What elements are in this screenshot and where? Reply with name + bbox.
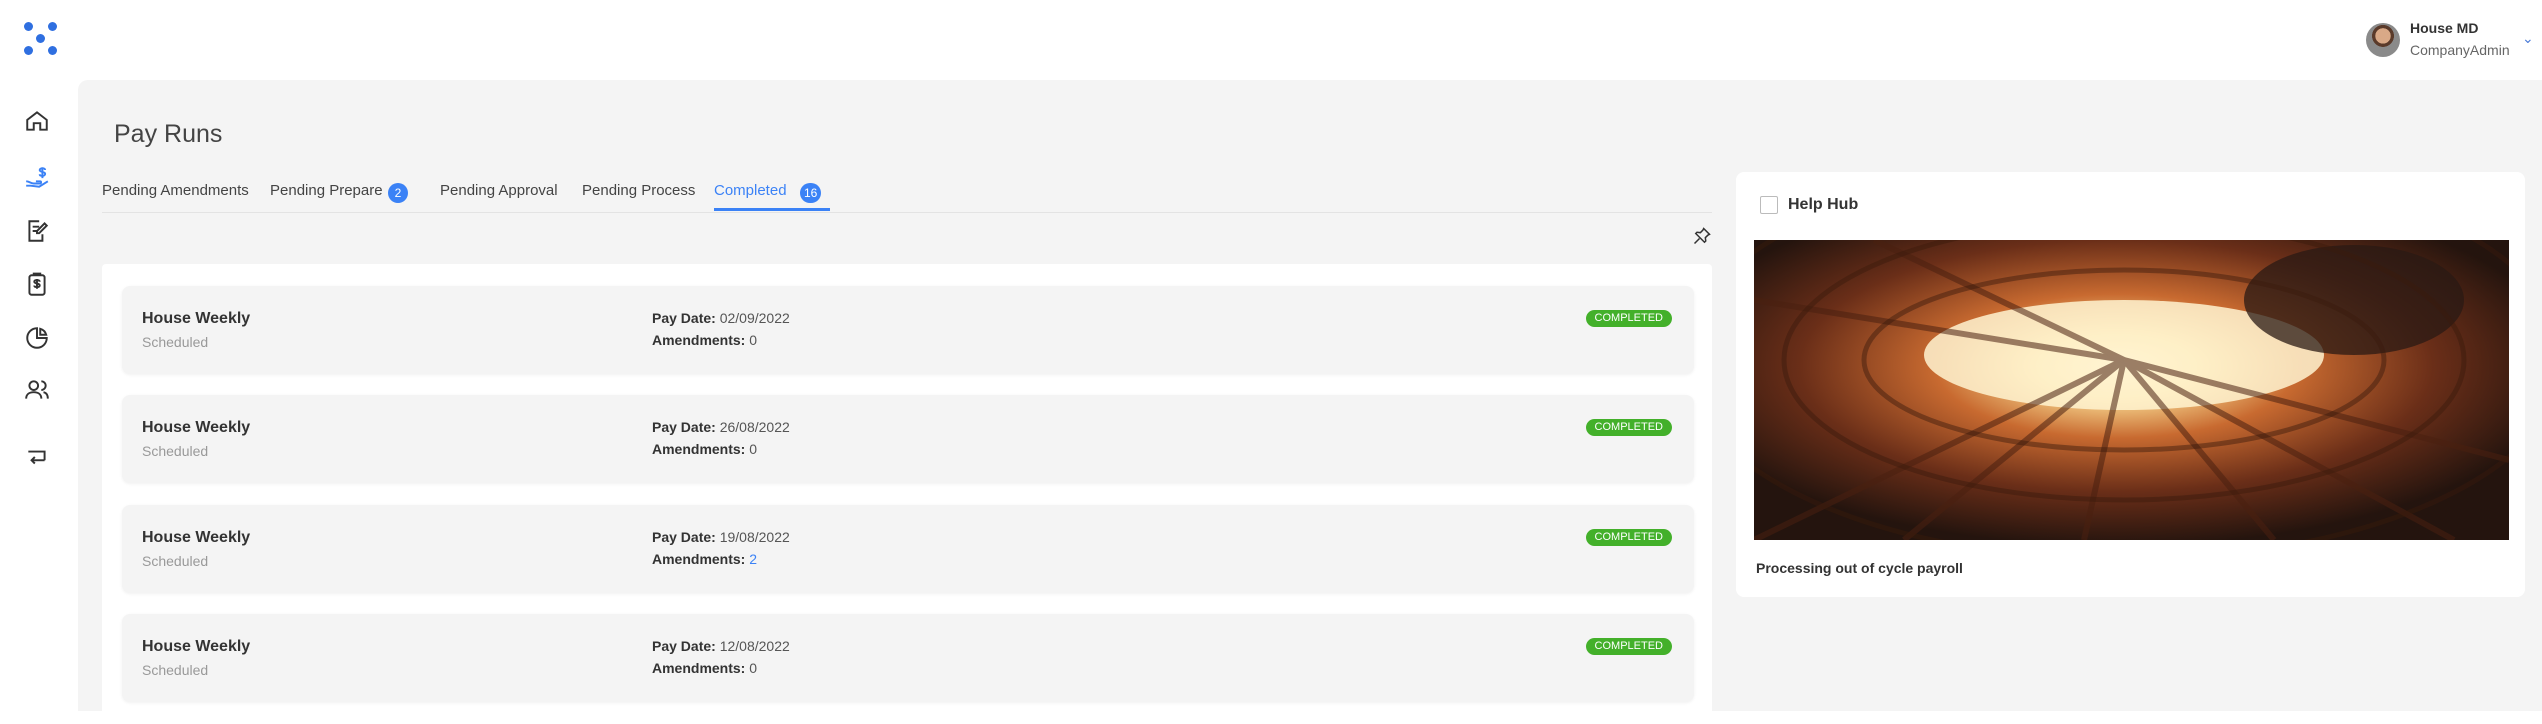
pay-date: Pay Date: 26/08/2022 (652, 419, 790, 435)
help-hub-checkbox[interactable] (1760, 196, 1778, 214)
tab-completed[interactable]: Completed (714, 182, 787, 199)
pay-date-label: Pay Date: (652, 419, 716, 435)
status-badge: COMPLETED (1585, 638, 1672, 655)
amendments-label: Amendments: (652, 441, 746, 457)
help-hub-panel: Help Hub Processing out of cycle payroll (1736, 172, 2525, 597)
amendments-label: Amendments: (652, 332, 746, 348)
amendments-label: Amendments: (652, 660, 746, 676)
active-tab-indicator (714, 208, 830, 211)
top-bar: House MD CompanyAdmin ⌄ (0, 0, 2542, 80)
pin-icon[interactable] (1692, 226, 1712, 246)
status-badge: COMPLETED (1585, 310, 1672, 327)
pay-date-value: 02/09/2022 (719, 310, 790, 326)
amendments: Amendments: 0 (652, 441, 757, 457)
amendments: Amendments: 0 (652, 332, 757, 348)
pay-run-list: House Weekly Scheduled Pay Date: 02/09/2… (102, 264, 1712, 724)
pay-run-card[interactable]: House Weekly Scheduled Pay Date: 12/08/2… (122, 614, 1694, 702)
sidebar (0, 80, 78, 711)
pay-run-schedule: Scheduled (142, 334, 209, 350)
pay-date-label: Pay Date: (652, 638, 716, 654)
user-role: CompanyAdmin (2410, 42, 2510, 58)
tab-pending-amendments[interactable]: Pending Amendments (102, 182, 249, 199)
app-logo-icon[interactable] (24, 22, 60, 58)
amendments: Amendments: 0 (652, 660, 757, 676)
reports-pie-icon[interactable] (22, 323, 52, 353)
pay-run-schedule: Scheduled (142, 662, 209, 678)
pay-run-name: House Weekly (142, 310, 251, 327)
tab-count-badge: 2 (388, 183, 408, 203)
pay-date: Pay Date: 02/09/2022 (652, 310, 790, 326)
pay-date-label: Pay Date: (652, 529, 716, 545)
amendments-value: 0 (749, 332, 758, 348)
avatar[interactable] (2366, 23, 2400, 57)
pay-date-label: Pay Date: (652, 310, 716, 326)
chevron-down-icon[interactable]: ⌄ (2522, 30, 2534, 47)
pay-run-card[interactable]: House Weekly Scheduled Pay Date: 19/08/2… (122, 505, 1694, 593)
pay-run-name: House Weekly (142, 419, 251, 436)
help-hub-title: Help Hub (1788, 196, 1859, 213)
amendments-link[interactable]: 2 (749, 551, 757, 567)
pay-run-schedule: Scheduled (142, 553, 209, 569)
amendments-label: Amendments: (652, 551, 746, 567)
help-hub-caption[interactable]: Processing out of cycle payroll (1756, 560, 1963, 576)
pay-run-name: House Weekly (142, 529, 251, 546)
user-name: House MD (2410, 20, 2479, 36)
pay-run-schedule: Scheduled (142, 443, 209, 459)
payroll-icon[interactable] (22, 162, 52, 192)
pay-date: Pay Date: 19/08/2022 (652, 529, 790, 545)
user-menu[interactable]: House MD CompanyAdmin ⌄ (2362, 20, 2542, 64)
exit-icon[interactable] (22, 442, 52, 472)
amendments-value: 0 (749, 441, 758, 457)
amendments-value: 0 (749, 660, 758, 676)
amendments: Amendments: 2 (652, 551, 757, 567)
help-hub-video-thumbnail[interactable] (1754, 240, 2509, 540)
tab-count-badge: 16 (800, 183, 822, 203)
pay-date-value: 26/08/2022 (719, 419, 790, 435)
edit-document-icon[interactable] (22, 216, 52, 246)
pay-date: Pay Date: 12/08/2022 (652, 638, 790, 654)
pay-run-name: House Weekly (142, 638, 251, 655)
tab-bar: Pending Amendments Pending Prepare 2 Pen… (102, 176, 1712, 213)
pay-run-card[interactable]: House Weekly Scheduled Pay Date: 26/08/2… (122, 395, 1694, 483)
page-title: Pay Runs (114, 120, 223, 148)
invoice-icon[interactable] (22, 270, 52, 300)
tab-pending-approval[interactable]: Pending Approval (440, 182, 558, 199)
status-badge: COMPLETED (1585, 529, 1672, 546)
pay-run-card[interactable]: House Weekly Scheduled Pay Date: 02/09/2… (122, 286, 1694, 374)
pay-date-value: 19/08/2022 (719, 529, 790, 545)
pay-date-value: 12/08/2022 (719, 638, 790, 654)
tab-pending-process[interactable]: Pending Process (582, 182, 695, 199)
home-icon[interactable] (22, 106, 52, 136)
status-badge: COMPLETED (1585, 419, 1672, 436)
tab-pending-prepare[interactable]: Pending Prepare (270, 182, 383, 199)
people-icon[interactable] (22, 375, 52, 405)
